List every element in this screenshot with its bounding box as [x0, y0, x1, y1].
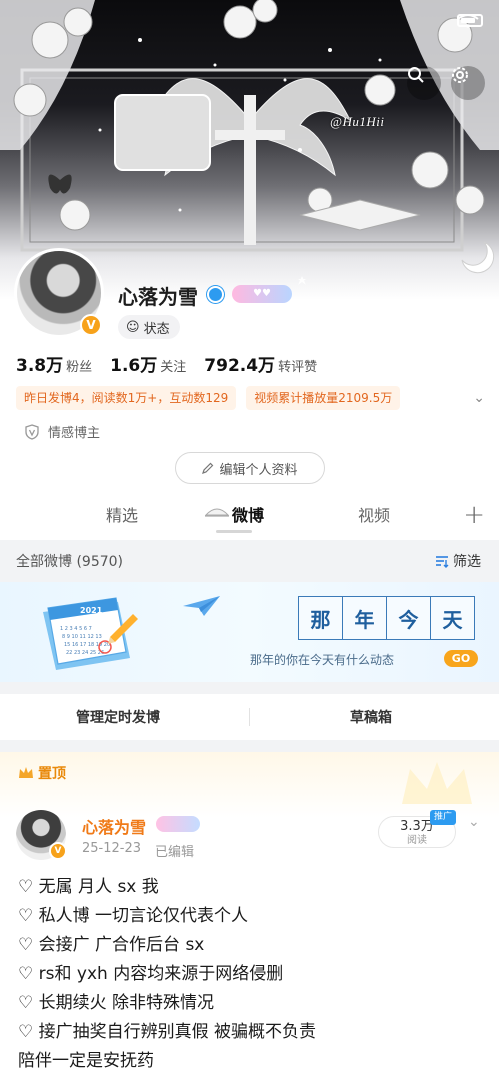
pencil-icon [202, 462, 214, 474]
stat-value: 792.4万 [204, 356, 276, 376]
vip-badge[interactable]: ♥♥ [232, 285, 292, 303]
hat-decoration-icon [204, 508, 230, 517]
vip-badge [156, 816, 200, 832]
tab-featured[interactable]: 精选 [106, 502, 138, 526]
creator-tag[interactable]: 情感博主 [24, 422, 100, 441]
filter-label: 筛选 [453, 554, 481, 570]
tab-video[interactable]: 视频 [358, 502, 390, 526]
tab-weibo[interactable]: 微博 [232, 502, 264, 526]
stat-followers[interactable]: 3.8万 粉丝 [16, 351, 92, 376]
action-divider [249, 708, 250, 726]
post-line: ♡ 私人博 一切言论仅代表个人 [18, 906, 249, 926]
highlight-chip-video[interactable]: 视频累计播放量2109.5万 [246, 386, 401, 410]
post-line: ♡ 无属 月人 sx 我 [18, 877, 159, 897]
svg-text:15 16 17 18 19 20: 15 16 17 18 19 20 [64, 642, 110, 648]
filter-button[interactable]: 筛选 [435, 551, 481, 571]
settings-button[interactable] [451, 66, 485, 100]
title-char: 年 [342, 596, 387, 640]
stat-following[interactable]: 1.6万 关注 [110, 351, 186, 376]
verified-icon[interactable] [207, 286, 224, 303]
status-chip[interactable]: ☺ 状态 [118, 315, 180, 339]
svg-text:8 9 10 11 12 13: 8 9 10 11 12 13 [62, 634, 102, 640]
pinned-crown-decoration-icon [402, 762, 472, 804]
scheduled-posts-button[interactable]: 管理定时发博 [76, 707, 160, 727]
gear-icon [452, 67, 468, 83]
post-line: ♡ rs和 yxh 内容均来源于网络侵删 [18, 964, 284, 984]
post-line: ♡ 长期续火 除非特殊情况 [18, 993, 215, 1013]
post-line: 陪伴一定是安抚药 [18, 1051, 154, 1071]
search-icon [408, 67, 424, 83]
status-label: 状态 [143, 321, 170, 337]
filter-sort-icon [436, 556, 449, 568]
on-this-day-title: 那 年 今 天 [298, 596, 475, 640]
post-management-actions: 管理定时发博 草稿箱 [0, 694, 499, 740]
stat-value: 3.8万 [16, 356, 64, 376]
stat-reposts-comments-likes[interactable]: 792.4万 转评赞 [204, 351, 317, 376]
chevron-down-icon[interactable]: ⌄ [468, 814, 480, 830]
profile-highlights: 昨日发博4，阅读数1万+，互动数129 视频累计播放量2109.5万 [16, 386, 401, 410]
all-posts-count: 全部微博 (9570) [16, 554, 124, 570]
cover-watermark: @Hu1Hii [330, 114, 385, 129]
shield-v-icon [25, 423, 39, 440]
pinned-text: 置顶 [38, 766, 66, 782]
title-char: 今 [386, 596, 431, 640]
title-char: 那 [298, 596, 343, 640]
calendar-year: 2021 [80, 606, 103, 615]
battery-icon [457, 14, 483, 27]
section-divider [0, 740, 499, 752]
status-smile-icon: ☺ [126, 319, 140, 335]
post-edited[interactable]: 已编辑 [155, 841, 194, 860]
status-bar-icons [457, 14, 483, 28]
title-char: 天 [430, 596, 475, 640]
calendar-icon: 2021 1 2 3 4 5 6 7 8 9 10 11 12 13 15 16… [43, 597, 138, 670]
post-meta: 25-12-23 已编辑 [82, 841, 194, 860]
stat-label: 粉丝 [66, 360, 93, 375]
post-date: 25-12-23 [82, 841, 142, 856]
edit-profile-label: 编辑个人资料 [219, 462, 298, 478]
section-divider [0, 682, 499, 694]
drafts-button[interactable]: 草稿箱 [350, 707, 392, 727]
post-username[interactable]: 心落为雪 [82, 814, 146, 838]
search-button[interactable] [407, 66, 441, 100]
filter-bar: 全部微博 (9570) 筛选 [0, 540, 499, 582]
creator-tag-label: 情感博主 [48, 426, 101, 441]
profile-stats: 3.8万 粉丝 1.6万 关注 792.4万 转评赞 [16, 351, 317, 376]
crown-icon [19, 767, 33, 778]
stat-label: 关注 [160, 360, 187, 375]
chevron-down-icon[interactable]: ⌄ [473, 390, 485, 406]
post-line: ♡ 会接广 广合作后台 sx [18, 935, 205, 955]
active-tab-indicator [216, 530, 252, 533]
edit-profile-button[interactable]: 编辑个人资料 [175, 452, 325, 484]
stat-label: 转评赞 [278, 360, 318, 375]
on-this-day-subtitle: 那年的你在今天有什么动态 [250, 653, 395, 667]
profile-username: 心落为雪 [118, 285, 198, 309]
add-tab-button[interactable]: + [463, 500, 485, 530]
svg-text:1 2 3 4 5 6 7: 1 2 3 4 5 6 7 [60, 626, 92, 632]
highlight-chip-daily[interactable]: 昨日发博4，阅读数1万+，互动数129 [16, 386, 237, 410]
svg-text:22 23 24 25 26: 22 23 24 25 26 [66, 650, 104, 656]
promote-badge[interactable]: 推广 [430, 810, 457, 825]
post-body: ♡ 无属 月人 sx 我 ♡ 私人博 一切言论仅代表个人 ♡ 会接广 广合作后台… [18, 873, 316, 1076]
stat-value: 1.6万 [110, 356, 158, 376]
verified-v-badge-icon: V [80, 314, 102, 336]
post-line: ♡ 接广抽奖自行辨别真假 被骗概不负责 [18, 1022, 317, 1042]
reads-label: 阅读 [407, 835, 427, 846]
verified-v-badge-icon: V [49, 842, 67, 860]
on-this-day-banner[interactable]: 2021 1 2 3 4 5 6 7 8 9 10 11 12 13 15 16… [0, 582, 499, 682]
go-button[interactable]: GO [444, 650, 478, 667]
pinned-label: 置顶 [18, 763, 66, 783]
paper-plane-icon [183, 596, 220, 616]
